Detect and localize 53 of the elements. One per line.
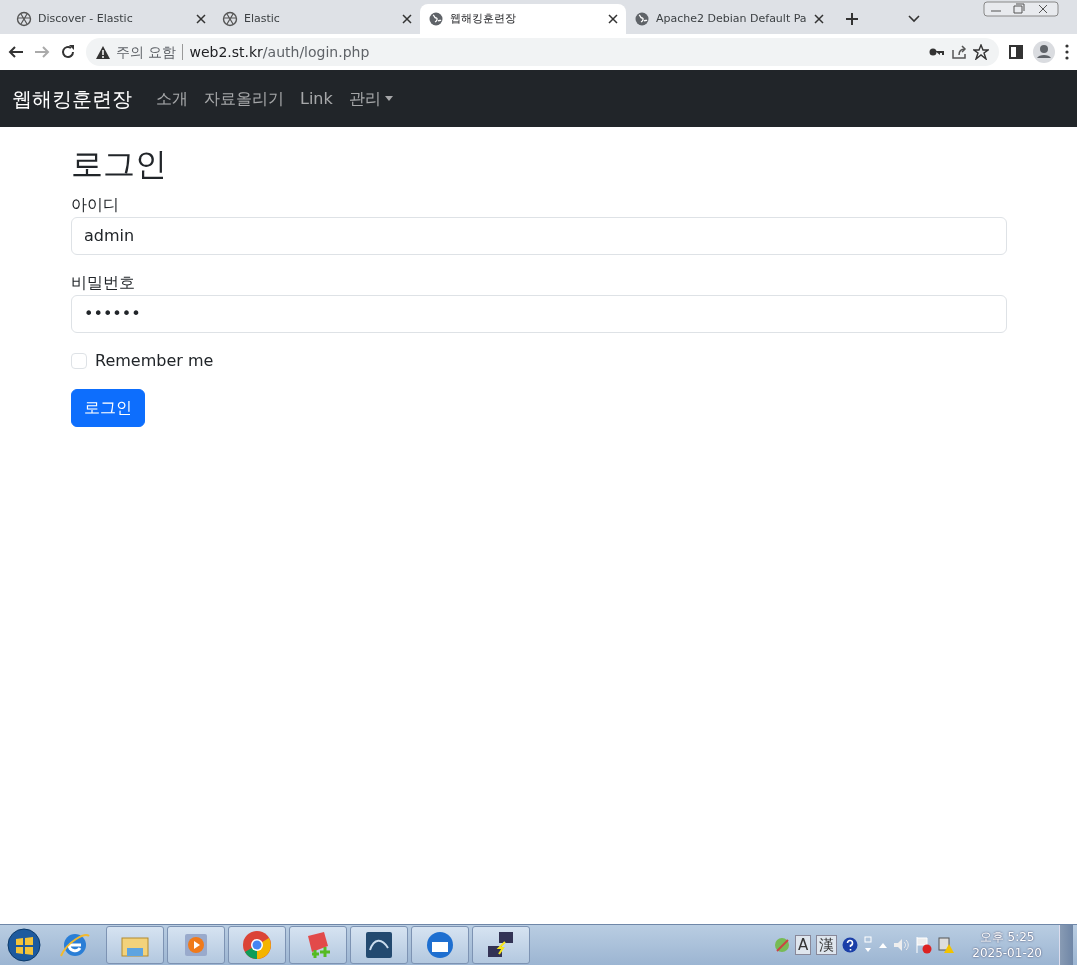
chrome-logo-icon bbox=[241, 930, 273, 960]
back-icon[interactable] bbox=[8, 44, 24, 60]
elastic-logo-icon bbox=[16, 11, 32, 27]
menu-icon[interactable] bbox=[1065, 44, 1069, 60]
star-icon[interactable] bbox=[973, 44, 989, 60]
chevron-down-icon[interactable] bbox=[908, 15, 920, 23]
new-tab-icon[interactable] bbox=[846, 13, 858, 25]
taskbar-app-button[interactable] bbox=[472, 926, 530, 964]
close-icon[interactable] bbox=[196, 14, 206, 24]
input-field[interactable]: •••••• bbox=[71, 295, 1007, 334]
browser-tab[interactable]: Elastic bbox=[214, 4, 420, 34]
browser-tab[interactable]: Apache2 Debian Default Pa bbox=[626, 4, 832, 34]
close-icon[interactable] bbox=[608, 14, 618, 24]
profile-avatar-icon[interactable] bbox=[1033, 41, 1055, 63]
nav-link[interactable]: 소개 bbox=[148, 78, 196, 119]
flag-error-icon[interactable] bbox=[914, 936, 933, 954]
page-heading: 로그인 bbox=[71, 145, 168, 184]
remember-label: Remember me bbox=[95, 350, 214, 373]
taskbar-app-button[interactable] bbox=[411, 926, 469, 964]
reload-icon[interactable] bbox=[60, 44, 76, 60]
address-bar[interactable]: 주의 요함 web2.st.kr/auth/login.php bbox=[86, 38, 999, 66]
site-brand[interactable]: 웹해킹훈련장 bbox=[12, 83, 132, 114]
browser-tab[interactable]: Discover - Elastic bbox=[8, 4, 214, 34]
url-text: web2.st.kr/auth/login.php bbox=[189, 42, 370, 62]
share-icon[interactable] bbox=[951, 44, 967, 60]
close-icon[interactable] bbox=[402, 14, 412, 24]
nav-link[interactable]: 자료올리기 bbox=[196, 78, 292, 119]
globe-icon bbox=[634, 11, 650, 27]
key-icon[interactable] bbox=[929, 47, 945, 57]
input-field[interactable]: admin bbox=[71, 217, 1007, 256]
globe-icon bbox=[428, 11, 444, 27]
nav-link[interactable]: Link bbox=[292, 78, 341, 119]
close-icon[interactable] bbox=[814, 14, 824, 24]
address-separator bbox=[182, 44, 184, 60]
nav-dropdown[interactable]: 관리 bbox=[340, 78, 401, 119]
window-controls-icon[interactable] bbox=[983, 1, 1059, 17]
remember-checkbox[interactable] bbox=[71, 353, 87, 370]
ime-mode-indicator[interactable]: 漢 bbox=[816, 935, 838, 955]
warning-icon bbox=[96, 45, 110, 59]
elastic-logo-icon bbox=[222, 11, 238, 27]
side-panel-icon[interactable] bbox=[1009, 45, 1023, 59]
start-orb-icon[interactable] bbox=[4, 926, 44, 964]
browser-tab[interactable]: 웹해킹훈련장 bbox=[420, 4, 626, 34]
show-desktop-button[interactable] bbox=[1059, 925, 1073, 965]
ime-mode-indicator[interactable]: A bbox=[795, 935, 812, 955]
field-label: 비밀번호 bbox=[71, 272, 135, 295]
field-label: 아이디 bbox=[71, 194, 119, 217]
network-warning-icon[interactable] bbox=[937, 936, 956, 954]
clock-date: 2025-01-20 bbox=[972, 945, 1042, 961]
login-button[interactable]: 로그인 bbox=[71, 389, 145, 428]
help-icon[interactable] bbox=[842, 937, 859, 953]
clock-time: 오후 5:25 bbox=[978, 929, 1036, 945]
taskbar-app-button[interactable] bbox=[350, 926, 408, 964]
